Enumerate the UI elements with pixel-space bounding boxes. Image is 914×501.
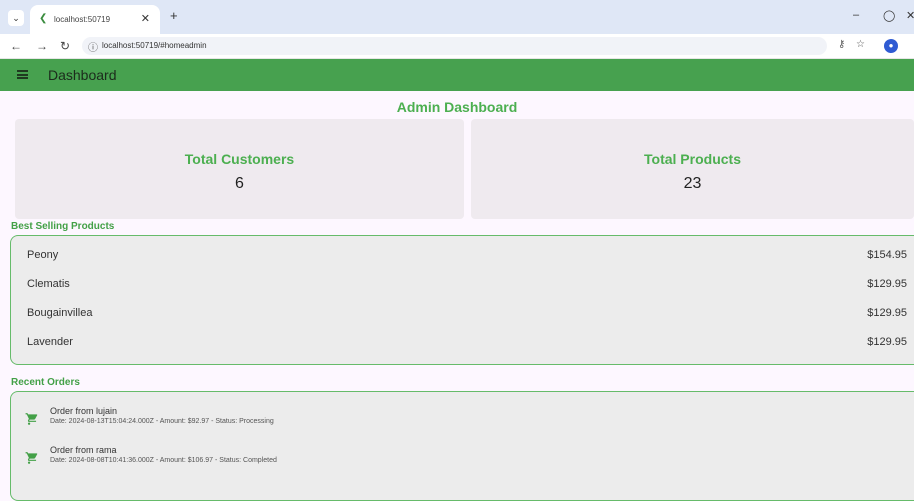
product-name: Clematis xyxy=(27,278,70,290)
app-bar-title: Dashboard xyxy=(48,67,117,83)
profile-avatar-icon[interactable]: ● xyxy=(884,39,898,53)
site-info-icon[interactable]: ⓘ xyxy=(88,39,98,54)
product-name: Bougainvillea xyxy=(27,307,93,319)
product-name: Lavender xyxy=(27,336,73,348)
order-title: Order from rama xyxy=(50,445,117,455)
product-price: $154.95 xyxy=(867,249,907,261)
best-selling-panel: Peony $154.95 Clematis $129.95 Bougainvi… xyxy=(10,235,914,365)
total-customers-card: Total Customers 6 xyxy=(15,119,464,219)
total-products-value: 23 xyxy=(683,175,702,192)
page-title: Admin Dashboard xyxy=(396,99,518,115)
order-title: Order from lujain xyxy=(50,406,118,416)
forward-icon[interactable]: → xyxy=(36,39,48,53)
order-details: Date: 2024-08-13T15:04:24.000Z - Amount:… xyxy=(50,418,274,425)
restore-icon[interactable]: ◯ xyxy=(883,9,895,22)
address-bar: ← → ↻ ⓘ localhost:50719/#homeadmin ⚷ ☆ ● xyxy=(0,34,914,59)
close-window-icon[interactable]: ✕ xyxy=(906,9,914,22)
total-customers-value: 6 xyxy=(235,175,244,192)
total-customers-label: Total Customers xyxy=(184,151,295,167)
shopping-cart-icon xyxy=(25,452,38,464)
product-price: $129.95 xyxy=(867,278,907,290)
browser-tab[interactable]: ❮ localhost:50719 ✕ xyxy=(30,5,160,34)
recent-orders-panel: Order from lujain Date: 2024-08-13T15:04… xyxy=(10,391,914,501)
product-name: Peony xyxy=(27,249,59,261)
app-bar: Dashboard xyxy=(0,59,914,91)
best-selling-heading: Best Selling Products xyxy=(11,221,115,232)
password-key-icon[interactable]: ⚷ xyxy=(838,39,845,50)
browser-tab-bar: ⌄ ❮ localhost:50719 ✕ + – ◯ ✕ xyxy=(0,0,914,34)
product-row: Peony $154.95 xyxy=(27,249,907,261)
tab-title: localhost:50719 xyxy=(54,15,111,24)
product-price: $129.95 xyxy=(867,307,907,319)
tab-close-icon[interactable]: ✕ xyxy=(141,12,150,25)
total-products-label: Total Products xyxy=(644,151,741,167)
back-icon[interactable]: ← xyxy=(10,39,22,53)
total-products-card: Total Products 23 xyxy=(471,119,914,219)
url-field[interactable]: ⓘ localhost:50719/#homeadmin xyxy=(82,37,827,55)
favicon-icon: ❮ xyxy=(39,13,48,24)
product-row: Lavender $129.95 xyxy=(27,336,907,348)
shopping-cart-icon xyxy=(25,413,38,425)
hamburger-menu-icon[interactable] xyxy=(17,70,28,79)
minimize-icon[interactable]: – xyxy=(853,9,859,21)
order-details: Date: 2024-08-08T10:41:36.000Z - Amount:… xyxy=(50,457,277,464)
new-tab-icon[interactable]: + xyxy=(170,8,178,23)
product-price: $129.95 xyxy=(867,336,907,348)
product-row: Clematis $129.95 xyxy=(27,278,907,290)
recent-orders-heading: Recent Orders xyxy=(11,377,80,388)
product-row: Bougainvillea $129.95 xyxy=(27,307,907,319)
bookmark-star-icon[interactable]: ☆ xyxy=(856,39,865,50)
reload-icon[interactable]: ↻ xyxy=(60,39,70,53)
url-text: localhost:50719/#homeadmin xyxy=(102,41,207,50)
tab-search-chevron-icon[interactable]: ⌄ xyxy=(8,10,24,26)
